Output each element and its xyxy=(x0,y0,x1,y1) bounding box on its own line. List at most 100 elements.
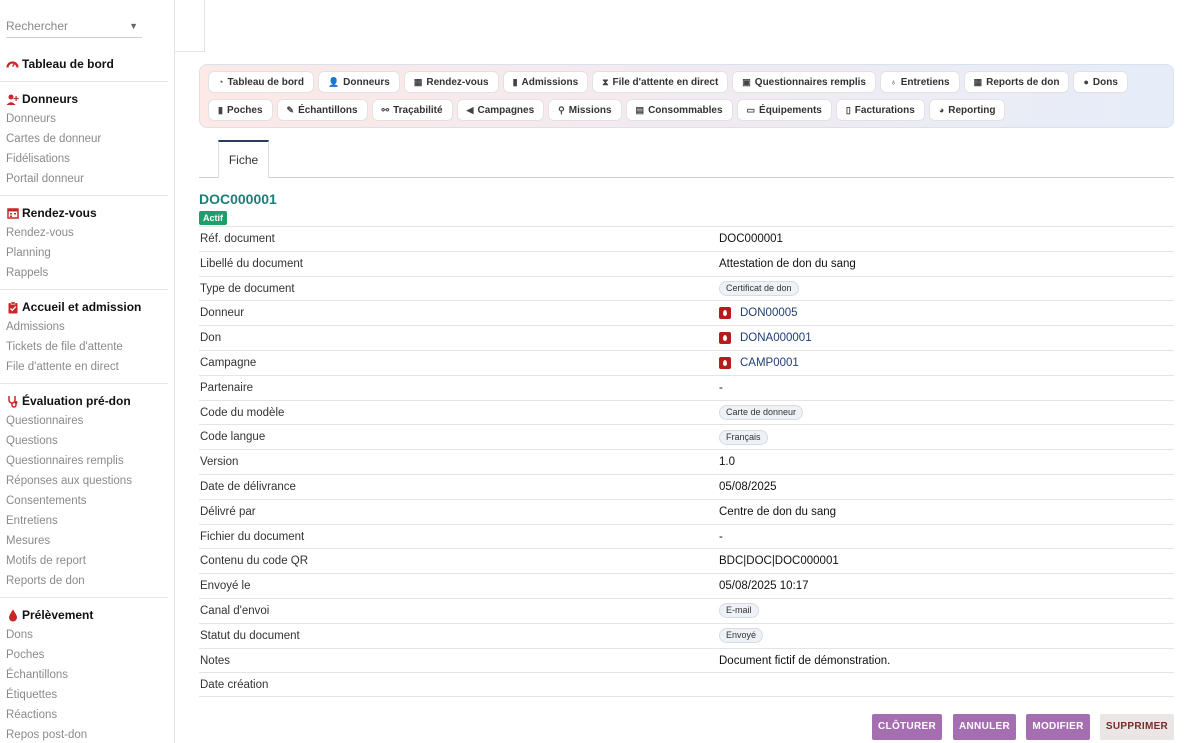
sidebar-item-entretiens[interactable]: Entretiens xyxy=(0,511,168,531)
field-value: - xyxy=(719,381,723,394)
supprimer-button[interactable]: SUPPRIMER xyxy=(1100,714,1174,740)
nav-missions[interactable]: ⚲ Missions xyxy=(548,99,622,121)
detail-row-fichier: Fichier du document - xyxy=(199,523,1174,549)
nav-entretiens[interactable]: ♁ Entretiens xyxy=(879,71,960,93)
clipboard-icon: ▮ xyxy=(512,76,518,87)
nav-rendez-vous[interactable]: ▦ Rendez-vous xyxy=(403,71,499,93)
sidebar-item-questions[interactable]: Questions xyxy=(0,431,168,451)
nav-file-attente-direct[interactable]: ⧗ File d'attente en direct xyxy=(592,71,729,93)
statut-pill: Envoyé xyxy=(719,628,764,644)
sidebar-item-reports-don[interactable]: Reports de don xyxy=(0,571,168,591)
sidebar-item-reponses[interactable]: Réponses aux questions xyxy=(0,471,168,491)
nav-tableau-de-bord[interactable]: ◔ Tableau de bord xyxy=(208,71,314,93)
sidebar-dashboard[interactable]: Tableau de bord xyxy=(0,54,168,74)
field-label: Campagne xyxy=(200,356,257,369)
divider xyxy=(0,195,168,196)
detail-row-qr: Contenu du code QR BDC|DOC|DOC000001 xyxy=(199,548,1174,573)
detail-row-type: Type de document Certificat de don xyxy=(199,275,1174,301)
field-value: 05/08/2025 10:17 xyxy=(719,580,809,593)
nav-campagnes[interactable]: ◀ Campagnes xyxy=(456,99,545,121)
nav-reports-de-don[interactable]: ▦ Reports de don xyxy=(963,71,1070,93)
modifier-button[interactable]: MODIFIER xyxy=(1026,714,1090,740)
donneur-link[interactable]: DON00005 xyxy=(740,301,798,325)
nav-tracabilite[interactable]: ⚯ Traçabilité xyxy=(371,99,453,121)
nav-facturations[interactable]: ▯ Facturations xyxy=(835,99,925,121)
drop-icon: ● xyxy=(1083,77,1089,87)
sidebar-item-mesures[interactable]: Mesures xyxy=(0,531,168,551)
sidebar-item-admissions[interactable]: Admissions xyxy=(0,317,168,337)
sidebar-item-cartes-de-donneur[interactable]: Cartes de donneur xyxy=(0,129,168,149)
nav-label: Donneurs xyxy=(343,76,390,88)
field-value-wrap: DON00005 xyxy=(719,301,798,325)
annuler-button[interactable]: ANNULER xyxy=(953,714,1016,740)
cloturer-button[interactable]: CLÔTURER xyxy=(872,714,942,740)
field-value: Attestation de don du sang xyxy=(719,257,856,270)
sidebar-item-poches[interactable]: Poches xyxy=(0,645,168,665)
field-value: DOC000001 xyxy=(719,233,783,245)
tab-fiche[interactable]: Fiche xyxy=(218,140,269,178)
record-details: Réf. document DOC000001 Libellé du docum… xyxy=(199,226,1174,698)
sidebar-item-planning[interactable]: Planning xyxy=(0,243,168,263)
user-plus-icon xyxy=(6,93,19,106)
caret-down-icon[interactable]: ▼ xyxy=(129,14,138,38)
sidebar-item-repos-post-don[interactable]: Repos post-don xyxy=(0,725,168,743)
nav-label: Admissions xyxy=(521,76,579,88)
nav-questionnaires-remplis[interactable]: ▣ Questionnaires remplis xyxy=(732,71,876,93)
sidebar-item-questionnaires-remplis[interactable]: Questionnaires remplis xyxy=(0,451,168,471)
detail-row-langue: Code langue Français xyxy=(199,424,1174,449)
field-label: Code langue xyxy=(200,431,266,444)
nav-label: Rendez-vous xyxy=(426,76,489,88)
section-title: Donneurs xyxy=(22,92,79,106)
blood-drop-icon xyxy=(6,609,19,622)
nav-echantillons[interactable]: ✎ Échantillons xyxy=(276,99,368,121)
nav-consommables[interactable]: ▤ Consommables xyxy=(625,99,733,121)
sidebar-item-reactions[interactable]: Réactions xyxy=(0,705,168,725)
sidebar-item-motifs-report[interactable]: Motifs de report xyxy=(0,551,168,571)
sidebar-item-tickets-file-attente[interactable]: Tickets de file d'attente xyxy=(0,337,168,357)
nav-dons[interactable]: ● Dons xyxy=(1073,71,1128,93)
user-plus-icon: 👤 xyxy=(327,76,340,87)
sidebar-item-questionnaires[interactable]: Questionnaires xyxy=(0,411,168,431)
nav-label: Questionnaires remplis xyxy=(754,76,866,88)
nav-label: Reports de don xyxy=(986,76,1060,88)
sidebar-item-file-attente-direct[interactable]: File d'attente en direct xyxy=(0,357,168,377)
nav-donneurs[interactable]: 👤 Donneurs xyxy=(317,71,400,93)
nav-label: Entretiens xyxy=(900,76,950,88)
nav-label: Campagnes xyxy=(477,104,535,116)
sidebar-item-rendez-vous[interactable]: Rendez-vous xyxy=(0,223,168,243)
nav-poches[interactable]: ▮ Poches xyxy=(208,99,273,121)
nav-reporting[interactable]: ◕ Reporting xyxy=(928,99,1006,121)
sidebar-item-donneurs[interactable]: Donneurs xyxy=(0,109,168,129)
sidebar-item-dons[interactable]: Dons xyxy=(0,625,168,645)
field-value-wrap: Français xyxy=(719,425,768,449)
sidebar-section-eval: Évaluation pré-don Questionnaires Questi… xyxy=(0,391,168,591)
section-title: Accueil et admission xyxy=(22,300,142,314)
search-select[interactable]: Rechercher ▼ xyxy=(6,14,142,38)
sidebar-item-portail-donneur[interactable]: Portail donneur xyxy=(0,169,168,189)
field-label: Canal d'envoi xyxy=(200,604,270,617)
field-value-wrap: Certificat de don xyxy=(719,277,799,301)
sidebar-item-etiquettes[interactable]: Étiquettes xyxy=(0,685,168,705)
detail-row-date-delivrance: Date de délivrance 05/08/2025 xyxy=(199,473,1174,499)
detail-row-envoye-le: Envoyé le 05/08/2025 10:17 xyxy=(199,573,1174,598)
nav-label: Dons xyxy=(1092,76,1118,88)
sidebar-item-echantillons[interactable]: Échantillons xyxy=(0,665,168,685)
sidebar-item-rappels[interactable]: Rappels xyxy=(0,263,168,283)
field-label: Notes xyxy=(200,654,231,667)
quick-nav-row-2: ▮ Poches ✎ Échantillons ⚯ Traçabilité ◀ Camp… xyxy=(208,99,1006,121)
nav-equipements[interactable]: ▭ Équipements xyxy=(736,99,832,121)
canal-pill: E-mail xyxy=(719,603,759,619)
section-title: Rendez-vous xyxy=(22,206,97,220)
divider xyxy=(0,383,168,384)
field-label: Réf. document xyxy=(200,233,275,245)
don-link[interactable]: DONA000001 xyxy=(740,326,812,350)
field-label: Partenaire xyxy=(200,381,254,394)
sidebar-item-fidelisations[interactable]: Fidélisations xyxy=(0,149,168,169)
campagne-link[interactable]: CAMP0001 xyxy=(740,351,799,375)
sidebar-item-consentements[interactable]: Consentements xyxy=(0,491,168,511)
nav-admissions[interactable]: ▮ Admissions xyxy=(502,71,589,93)
field-label: Type de document xyxy=(200,282,295,295)
field-value: - xyxy=(719,530,723,543)
field-value-wrap: Carte de donneur xyxy=(719,401,804,425)
field-label: Code du modèle xyxy=(200,406,285,419)
